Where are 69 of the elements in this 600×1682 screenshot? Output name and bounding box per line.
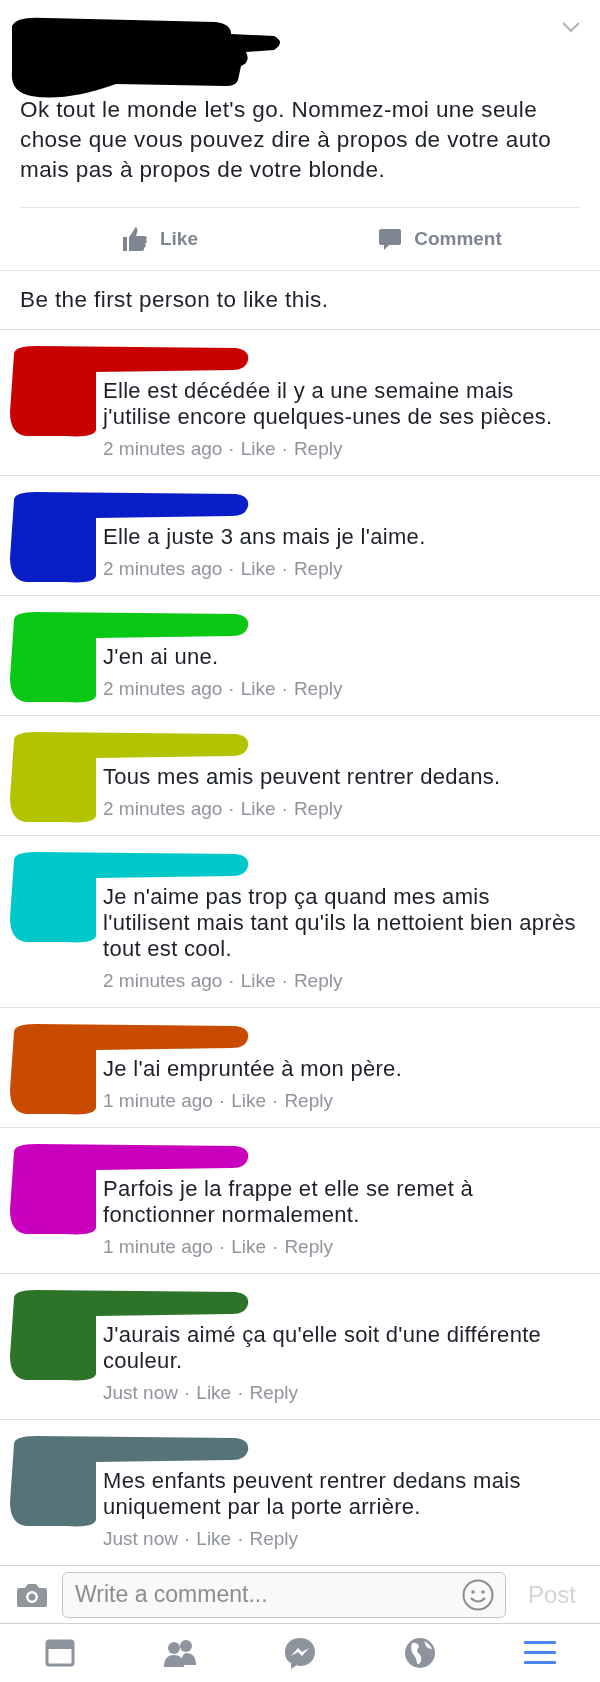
smiley-icon[interactable] — [461, 1578, 494, 1611]
like-link[interactable]: Like — [240, 676, 276, 701]
separator-dot: · — [228, 436, 235, 461]
comment-text: Elle a juste 3 ans mais je l'aime. — [103, 523, 427, 550]
like-link[interactable]: Like — [240, 556, 276, 581]
separator-dot: · — [281, 968, 288, 993]
reply-link[interactable]: Reply — [293, 968, 343, 993]
reply-link[interactable]: Reply — [249, 1380, 299, 1405]
comment-text: J'en ai une. — [103, 643, 220, 670]
comment-text: Mes enfants peuvent rentrer dedans mais uniquement par la porte arrière. — [103, 1467, 522, 1520]
separator-dot: · — [272, 1234, 279, 1259]
camera-icon[interactable] — [16, 1581, 48, 1608]
comment-input-field[interactable]: Write a comment... — [62, 1571, 506, 1618]
separator-dot: · — [228, 676, 235, 701]
chevron-down-icon[interactable] — [562, 22, 580, 33]
comment-text: Je l'ai empruntée à mon père. — [103, 1055, 404, 1082]
reply-link[interactable]: Reply — [293, 676, 343, 701]
comment-button[interactable]: Comment — [300, 224, 580, 254]
like-link[interactable]: Like — [196, 1380, 232, 1405]
timestamp: 1 minute ago — [103, 1234, 213, 1259]
like-link[interactable]: Like — [231, 1234, 267, 1259]
timestamp: Just now — [103, 1526, 178, 1551]
separator-dot: · — [281, 676, 288, 701]
separator-dot: · — [228, 556, 235, 581]
separator-dot: · — [184, 1380, 191, 1405]
comment-text: Tous mes amis peuvent rentrer dedans. — [103, 763, 502, 790]
separator-dot: · — [237, 1526, 244, 1551]
like-link[interactable]: Like — [240, 436, 276, 461]
reply-link[interactable]: Reply — [293, 556, 343, 581]
reply-link[interactable]: Reply — [284, 1088, 333, 1113]
news-feed-icon — [45, 1638, 75, 1668]
speech-bubble-icon — [378, 227, 403, 251]
like-link[interactable]: Like — [240, 968, 276, 993]
menu-icon — [524, 1640, 556, 1666]
like-button[interactable]: Like — [20, 224, 300, 254]
like-link[interactable]: Like — [196, 1526, 232, 1551]
reply-link[interactable]: Reply — [293, 796, 343, 821]
likes-summary: Be the first person to like this. — [20, 286, 329, 315]
separator-dot: · — [184, 1526, 191, 1551]
comment-text: Parfois je la frappe et elle se remet à fonctionner normalement. — [103, 1175, 474, 1228]
messenger-icon — [283, 1636, 317, 1670]
timestamp: 2 minutes ago — [103, 556, 223, 581]
reply-link[interactable]: Reply — [293, 436, 343, 461]
comment-text: J'aurais aimé ça qu'elle soit d'une différente couleur. — [103, 1321, 543, 1374]
separator-dot: · — [237, 1380, 244, 1405]
timestamp: 2 minutes ago — [103, 968, 223, 993]
reply-link[interactable]: Reply — [249, 1526, 299, 1551]
separator-dot: · — [228, 796, 235, 821]
separator-dot: · — [272, 1088, 279, 1113]
like-link[interactable]: Like — [240, 796, 276, 821]
timestamp: 2 minutes ago — [103, 676, 223, 701]
like-link[interactable]: Like — [231, 1088, 267, 1113]
timestamp: 1 minute ago — [103, 1088, 213, 1113]
timestamp: 2 minutes ago — [103, 436, 223, 461]
globe-icon — [404, 1637, 436, 1669]
separator-dot: · — [218, 1088, 226, 1113]
comment-text: Elle est décédée il y a une semaine mais j'utilise encore quelques-unes de ses pièces. — [103, 377, 554, 430]
timestamp: 2 minutes ago — [103, 796, 223, 821]
separator-dot: · — [218, 1234, 226, 1259]
timestamp: Just now — [103, 1380, 178, 1405]
post-text: Ok tout le monde let's go. Nommez-moi une seule chose que vous pouvez dire à propos de votre auto mais pas à propos de votre blonde. — [20, 96, 553, 184]
separator-dot: · — [281, 796, 288, 821]
friends-icon — [162, 1638, 198, 1668]
separator-dot: · — [228, 968, 235, 993]
comment-text: Je n'aime pas trop ça quand mes amis l'utilisent mais tant qu'ils la nettoient bien après tout est cool. — [103, 883, 577, 962]
separator-dot: · — [281, 436, 288, 461]
reply-link[interactable]: Reply — [284, 1234, 333, 1259]
separator-dot: · — [281, 556, 288, 581]
thumbs-up-icon — [122, 226, 148, 252]
